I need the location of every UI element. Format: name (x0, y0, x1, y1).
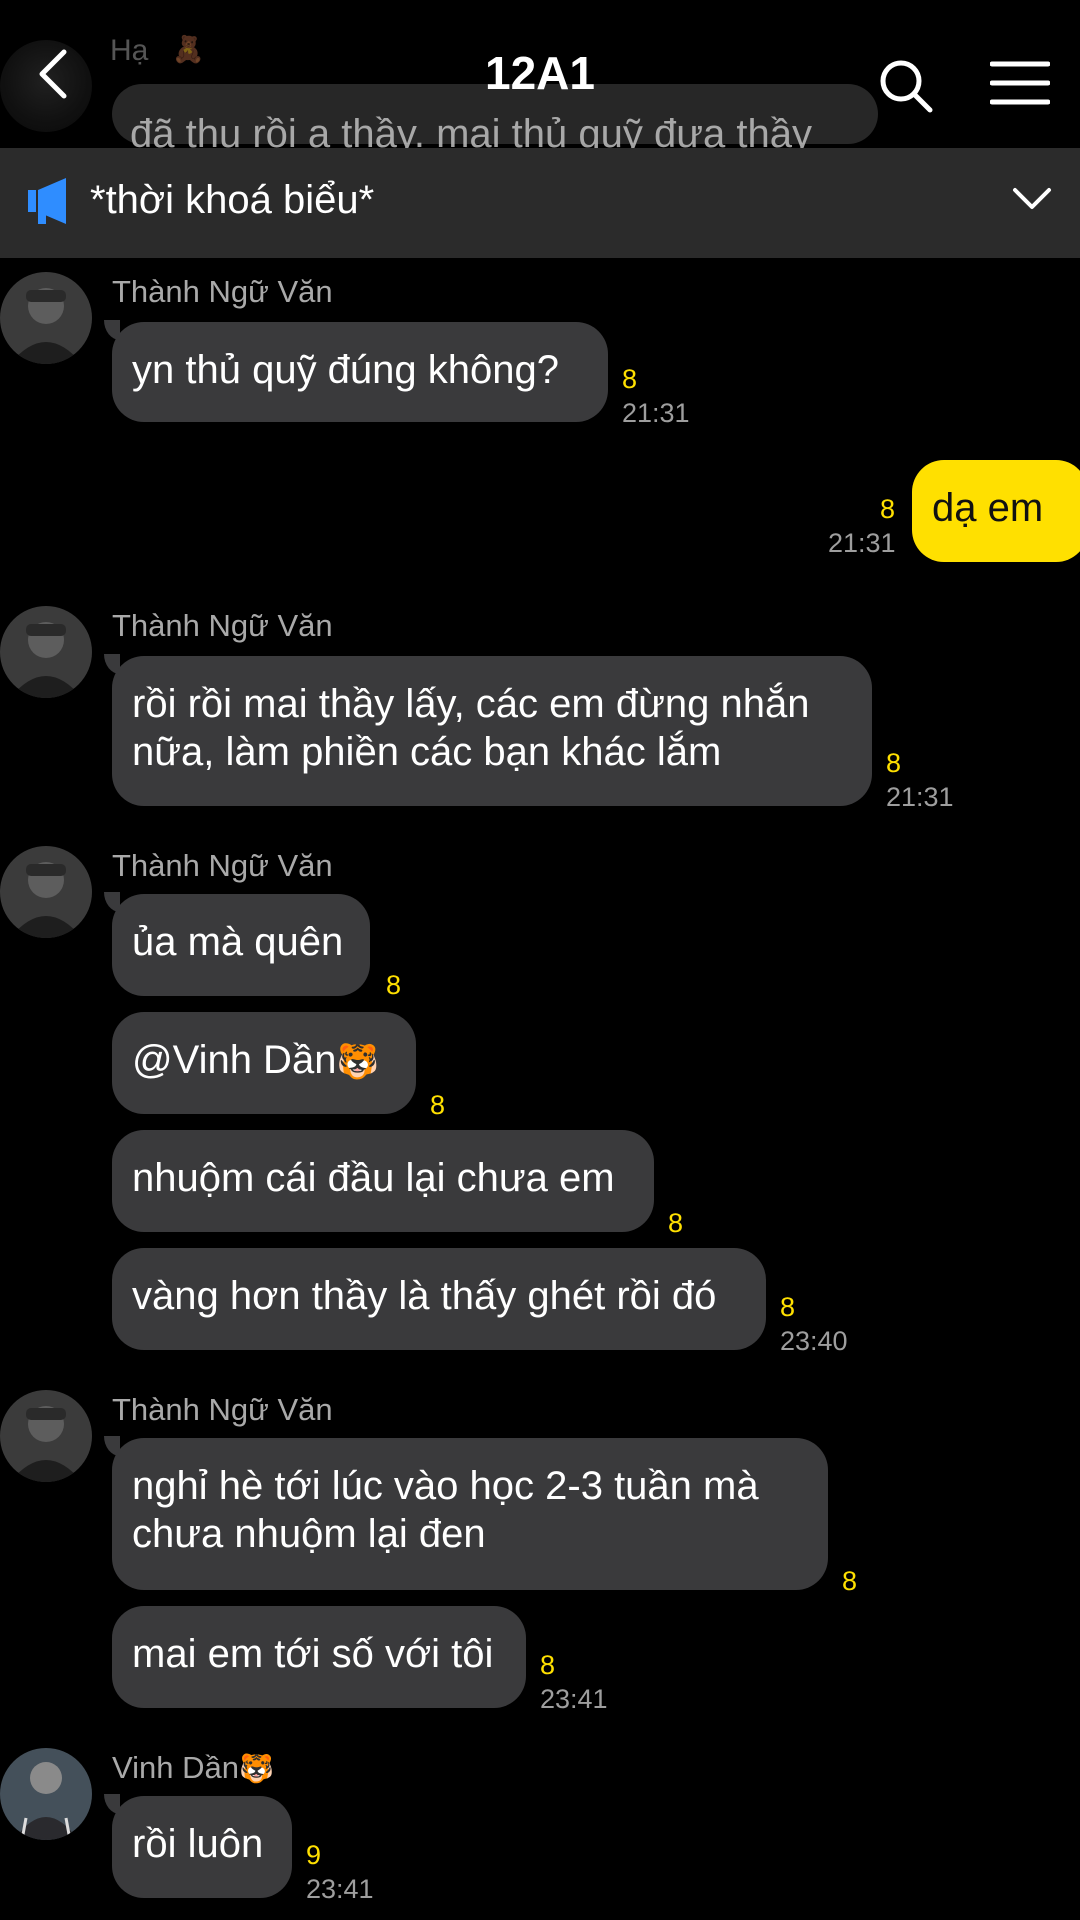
chat-header: Hạ 🧸 đã thu rồi ạ thầy. mai thủ quỹ đưa … (0, 0, 1080, 148)
message-bubble[interactable]: rồi rồi mai thầy lấy, các em đừng nhắn n… (112, 656, 872, 806)
scrolled-message-text: đã thu rồi ạ thầy. mai thủ quỹ đưa thầy (130, 112, 812, 148)
read-count: 8 (668, 1208, 684, 1238)
message-bubble[interactable]: mai em tới số với tôi (112, 1606, 526, 1708)
message-text: dạ em (932, 486, 1044, 530)
sender-name: Thành Ngữ Văn (112, 608, 333, 643)
megaphone-icon (26, 176, 70, 226)
message-line: nữa, làm phiền các bạn khác lắm (132, 730, 722, 774)
message-text: nhuộm cái đầu lại chưa em (132, 1156, 615, 1200)
message-line: rồi rồi mai thầy lấy, các em đừng nhắn (132, 682, 810, 726)
avatar[interactable] (0, 606, 92, 698)
message-text: vàng hơn thầy là thấy ghét rồi đó (132, 1274, 717, 1318)
message-time: 23:41 (306, 1874, 374, 1904)
chat-screen: Hạ 🧸 đã thu rồi ạ thầy. mai thủ quỹ đưa … (0, 0, 1080, 1920)
sender-name-text: Vinh Dần (112, 1750, 239, 1785)
message-bubble[interactable]: @Vinh Dần🐯 (112, 1012, 416, 1114)
message-text: yn thủ quỹ đúng không? (132, 348, 560, 392)
mention-text: @Vinh Dần (132, 1038, 337, 1082)
read-count: 8 (430, 1090, 446, 1120)
message-time: 21:31 (828, 528, 896, 558)
pinned-title: *thời khoá biểu* (90, 178, 375, 222)
avatar[interactable] (0, 846, 92, 938)
sender-name: Thành Ngữ Văn (112, 1392, 333, 1427)
message-bubble[interactable]: rồi luôn (112, 1796, 292, 1898)
read-count: 8 (540, 1650, 556, 1680)
read-count: 8 (886, 748, 902, 778)
message-bubble[interactable]: yn thủ quỹ đúng không? (112, 322, 608, 422)
message-time: 21:31 (886, 782, 954, 812)
message-bubble[interactable]: vàng hơn thầy là thấy ghét rồi đó (112, 1248, 766, 1350)
message-time: 21:31 (622, 398, 690, 428)
sender-name: Vinh Dần🐯 (112, 1750, 274, 1786)
read-count: 8 (842, 1566, 858, 1596)
message-line: chưa nhuộm lại đen (132, 1512, 486, 1556)
avatar[interactable] (0, 272, 92, 364)
avatar[interactable] (0, 1390, 92, 1482)
message-line: nghỉ hè tới lúc vào học 2-3 tuần mà (132, 1464, 759, 1508)
message-text: mai em tới số với tôi (132, 1632, 494, 1676)
chevron-down-icon[interactable] (1012, 186, 1052, 212)
message-time: 23:40 (780, 1326, 848, 1356)
sender-name: Thành Ngữ Văn (112, 848, 333, 883)
avatar[interactable] (0, 1748, 92, 1840)
tiger-emoji-icon: 🐯 (238, 1753, 274, 1784)
message-bubble[interactable]: ủa mà quên (112, 894, 370, 996)
search-icon (880, 60, 933, 113)
message-text: ủa mà quên (132, 920, 344, 964)
read-count: 8 (386, 970, 402, 1000)
read-count: 8 (622, 364, 638, 394)
own-message-bubble[interactable]: dạ em (912, 460, 1080, 562)
menu-button[interactable] (989, 58, 1051, 108)
search-button[interactable] (878, 58, 934, 114)
message-text: rồi luôn (132, 1822, 264, 1866)
message-time: 23:41 (540, 1684, 608, 1714)
read-count: 8 (880, 494, 896, 524)
message-bubble[interactable]: nghỉ hè tới lúc vào học 2-3 tuần mà chưa… (112, 1438, 828, 1590)
message-bubble[interactable]: nhuộm cái đầu lại chưa em (112, 1130, 654, 1232)
read-count: 9 (306, 1840, 322, 1870)
tiger-emoji-icon: 🐯 (336, 1043, 379, 1081)
pinned-message-bar[interactable]: *thời khoá biểu* (0, 148, 1080, 258)
hamburger-menu-icon (989, 61, 1051, 105)
read-count: 8 (780, 1292, 796, 1322)
sender-name: Thành Ngữ Văn (112, 274, 333, 309)
